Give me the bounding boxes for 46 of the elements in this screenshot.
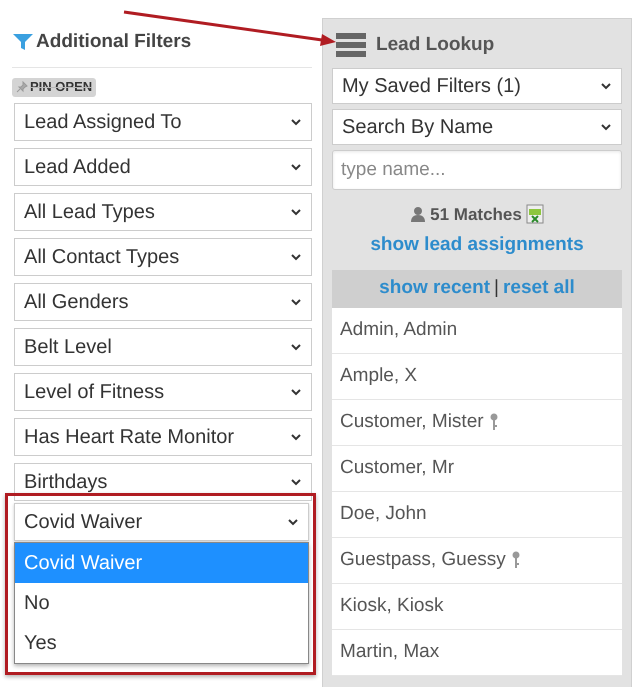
caret-icon [287,518,299,526]
caret-icon [600,82,612,90]
lead-name[interactable]: Kiosk, Kiosk [340,592,444,620]
key-icon [512,551,520,569]
caret-icon [290,478,302,486]
filter-dropdown[interactable]: Level of Fitness [14,372,312,410]
filter-dropdown[interactable]: Birthdays [14,462,312,500]
filter-dropdown[interactable]: All Genders [14,282,312,320]
dropdown-option[interactable]: No [15,583,308,623]
lead-name[interactable]: Ample, X [340,362,418,390]
separator: | [494,276,499,300]
caret-icon [290,208,302,216]
person-icon [410,206,426,222]
filter-dropdown[interactable]: Lead Added [14,148,312,186]
filter-dropdown[interactable]: Covid Waiver [14,503,309,541]
caret-icon [290,342,302,350]
lead-name[interactable]: Customer, Mr [340,454,454,482]
spreadsheet-icon[interactable] [526,204,544,224]
lead-name[interactable]: Admin, Admin [340,316,458,344]
caret-icon [290,252,302,260]
lead-name[interactable]: Guestpass, Guessy [340,546,506,574]
caret-icon [290,432,302,440]
filter-dropdown[interactable]: Belt Level [14,328,312,366]
caret-icon [290,118,302,126]
match-count: 51 Matches [430,204,522,226]
filter-dropdown[interactable]: Has Heart Rate Monitor [14,418,312,456]
filter-dropdown[interactable]: All Lead Types [14,192,312,230]
panel-title: Additional Filters [36,30,192,54]
pushpin-icon [16,81,28,93]
funnel-icon [12,32,34,52]
dropdown-option[interactable]: Yes [15,623,308,663]
menu-icon[interactable] [336,33,366,58]
lead-name[interactable]: Customer, Mister [340,408,484,436]
caret-icon [290,162,302,170]
lead-name[interactable]: Martin, Max [340,638,440,666]
caret-icon [600,122,612,130]
lookup-dropdown[interactable]: My Saved Filters (1) [332,68,622,104]
panel-title: Lead Lookup [376,33,494,57]
caret-icon [290,388,302,396]
lead-name[interactable]: Doe, John [340,500,427,528]
filter-dropdown[interactable]: Lead Assigned To [14,102,312,140]
caret-icon [290,298,302,306]
key-icon [490,413,498,431]
search-field[interactable]: type name... [332,150,622,190]
lookup-dropdown[interactable]: Search By Name [332,108,622,144]
filter-dropdown[interactable]: All Contact Types [14,238,312,276]
